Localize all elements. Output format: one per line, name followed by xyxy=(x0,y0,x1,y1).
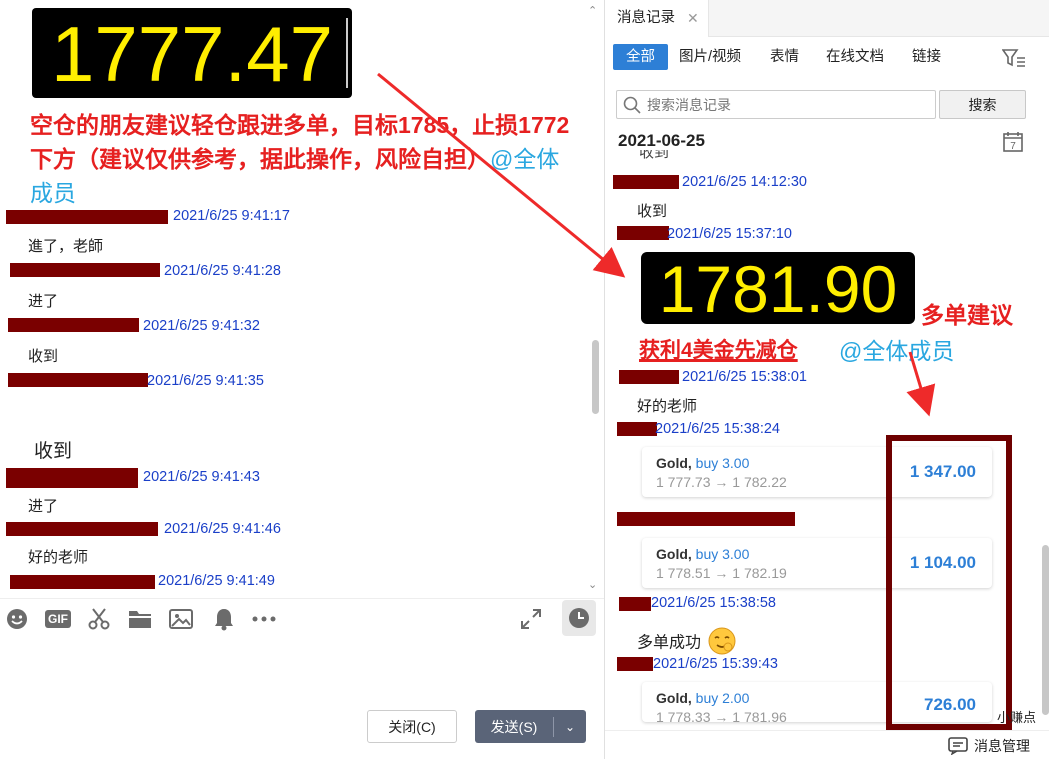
filter-links[interactable]: 链接 xyxy=(912,44,941,70)
message-timestamp: 2021/6/25 15:39:43 xyxy=(653,656,778,672)
message-timestamp: 2021/6/25 9:41:49 xyxy=(158,573,275,589)
message-timestamp: 2021/6/25 15:37:10 xyxy=(667,226,792,242)
message-text: 进了 xyxy=(28,498,59,515)
filter-emoji[interactable]: 表情 xyxy=(770,44,799,70)
message-text: 收到 xyxy=(34,441,73,462)
redacted-sender xyxy=(617,512,795,526)
message-text: 收到 xyxy=(637,203,668,220)
svg-text:7: 7 xyxy=(1010,141,1016,152)
mention-all[interactable]: @全体成员 xyxy=(839,332,954,366)
redacted-sender xyxy=(6,522,158,536)
filter-icon[interactable] xyxy=(1001,48,1026,72)
close-button[interactable]: 关闭(C) xyxy=(367,710,457,743)
redacted-sender xyxy=(617,226,669,240)
more-icon[interactable] xyxy=(251,606,277,632)
search-input[interactable] xyxy=(616,90,936,119)
message-manage-button[interactable]: 消息管理 xyxy=(948,736,1030,756)
redacted-sender xyxy=(10,263,160,277)
redacted-sender xyxy=(617,422,657,436)
trade-advice: 空仓的朋友建议轻仓跟进多单，目标1785，止损1772下方（建议仅供参考，据此操… xyxy=(30,112,570,206)
folder-icon[interactable] xyxy=(127,606,153,632)
redacted-sender xyxy=(6,210,168,224)
filter-docs[interactable]: 在线文档 xyxy=(826,44,884,70)
message-text: 好的老师 xyxy=(28,549,89,566)
tab-message-history[interactable]: 消息记录 ✕ xyxy=(605,0,709,37)
price-value: 1781.90 xyxy=(658,252,898,326)
message-text: 进了 xyxy=(28,293,59,310)
message-text: 好的老师 xyxy=(637,398,698,415)
message-timestamp: 2021/6/25 9:41:43 xyxy=(143,469,260,485)
redacted-sender xyxy=(10,575,155,589)
message-timestamp: 2021/6/25 9:41:32 xyxy=(143,318,260,334)
close-icon[interactable]: ✕ xyxy=(687,0,699,37)
redacted-sender xyxy=(8,318,139,332)
redacted-sender xyxy=(619,597,651,611)
filter-media[interactable]: 图片/视频 xyxy=(679,44,741,70)
smiley-icon[interactable] xyxy=(4,606,30,632)
redacted-sender xyxy=(8,373,148,387)
message-timestamp: 2021/6/25 15:38:58 xyxy=(651,595,776,611)
send-button[interactable]: 发送(S) ⌄ xyxy=(475,710,586,743)
gif-icon[interactable]: GIF xyxy=(44,606,72,632)
date-header: 2021-06-25 xyxy=(618,131,705,150)
message-text: 收到 xyxy=(28,348,59,365)
bell-icon[interactable] xyxy=(211,606,237,632)
search-icon xyxy=(623,96,641,118)
chat-pane: 1777.47 空仓的朋友建议轻仓跟进多单，目标1785，止损1772下方（建议… xyxy=(0,0,604,759)
expand-icon[interactable] xyxy=(518,606,544,632)
watermark: 小赚点 xyxy=(997,710,1037,725)
calendar-icon[interactable]: 7 xyxy=(1002,131,1024,157)
price-screenshot: 1777.47 xyxy=(32,8,352,98)
buy-suggestion: 多单建议 xyxy=(921,302,1013,328)
scrollbar-thumb[interactable] xyxy=(592,340,599,414)
message-timestamp: 2021/6/25 9:41:17 xyxy=(173,208,290,224)
redacted-sender xyxy=(613,175,679,189)
scissors-icon[interactable] xyxy=(86,606,112,632)
clock-icon[interactable] xyxy=(562,600,596,636)
redacted-sender xyxy=(6,468,138,488)
message-timestamp: 2021/6/25 15:38:24 xyxy=(655,421,780,437)
filter-all[interactable]: 全部 xyxy=(613,44,668,70)
message-timestamp: 2021/6/25 9:41:46 xyxy=(164,521,281,537)
chat-icon xyxy=(948,737,968,755)
message-timestamp: 2021/6/25 9:41:28 xyxy=(164,263,281,279)
message-timestamp: 2021/6/25 9:41:35 xyxy=(147,373,264,389)
scrollbar-thumb[interactable] xyxy=(1042,545,1049,715)
redacted-sender xyxy=(619,370,679,384)
message-timestamp: 2021/6/25 15:38:01 xyxy=(682,369,807,385)
highlight-frame xyxy=(886,435,1012,730)
scroll-up-icon[interactable]: ⌃ xyxy=(588,4,597,17)
history-pane: 消息记录 ✕ 全部 图片/视频 表情 在线文档 链接 搜索 2021-06-25… xyxy=(604,0,1049,759)
message-text: 進了，老師 xyxy=(28,238,104,255)
redacted-sender xyxy=(617,657,653,671)
price-value: 1777.47 xyxy=(51,10,333,98)
scroll-down-icon[interactable]: ⌄ xyxy=(588,578,597,591)
search-button[interactable]: 搜索 xyxy=(939,90,1026,119)
price-screenshot: 1781.90 xyxy=(641,252,915,326)
profit-note: 获利4美金先减仓 xyxy=(639,339,798,362)
message-timestamp: 2021/6/25 14:12:30 xyxy=(682,174,807,190)
chevron-down-icon[interactable]: ⌄ xyxy=(554,720,586,734)
image-icon[interactable] xyxy=(168,606,194,632)
message-text: 收到 xyxy=(639,150,670,161)
